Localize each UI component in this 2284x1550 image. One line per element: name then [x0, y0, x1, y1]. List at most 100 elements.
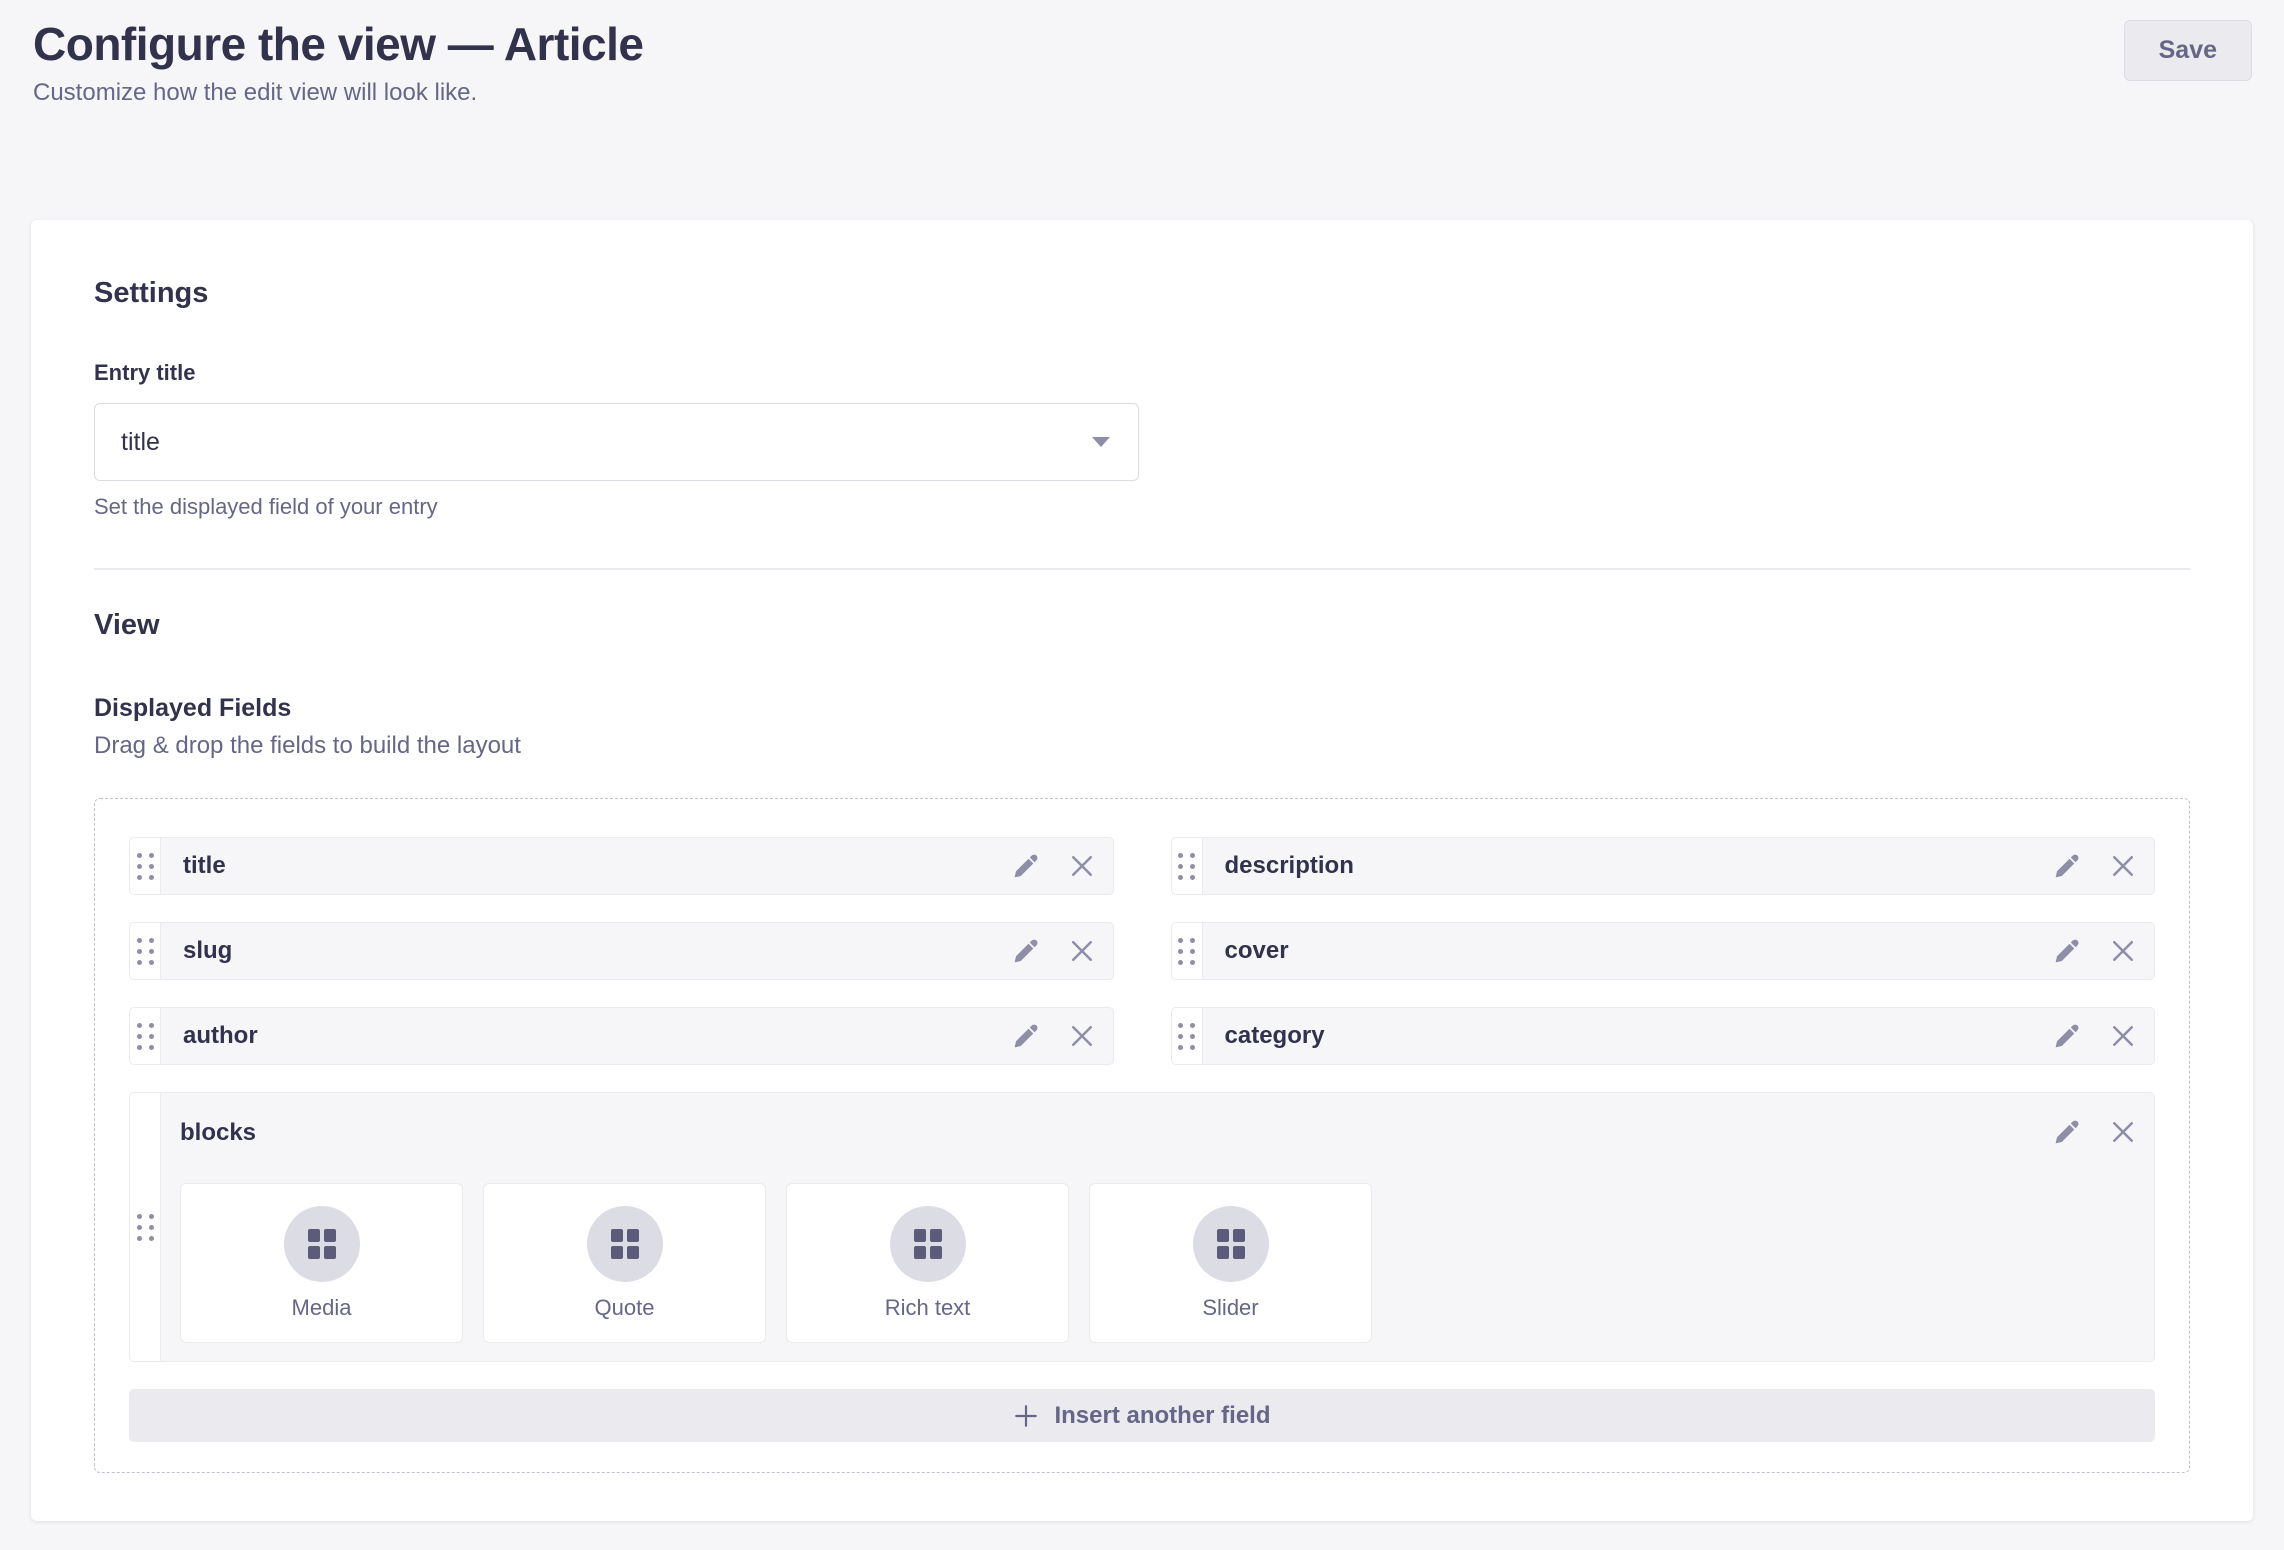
field-actions [2052, 838, 2154, 894]
edit-field-button[interactable] [2052, 937, 2080, 965]
chevron-down-icon [1091, 436, 1111, 448]
page-title: Configure the view — Article [33, 18, 644, 70]
edit-field-button[interactable] [1011, 852, 1039, 880]
field-row-slug: slug [129, 922, 1114, 980]
view-heading: View [94, 610, 2190, 640]
pencil-icon [1011, 852, 1039, 880]
component-grid-icon [308, 1229, 336, 1259]
field-actions [1011, 838, 1113, 894]
fields-grid: title description [129, 837, 2155, 1362]
delete-field-button[interactable] [2108, 936, 2138, 966]
delete-field-button[interactable] [1067, 851, 1097, 881]
field-actions [1011, 923, 1113, 979]
field-name: cover [1203, 923, 2053, 979]
pencil-icon [2052, 937, 2080, 965]
settings-card: Settings Entry title title Set the displ… [31, 220, 2253, 1521]
drag-handle[interactable] [1172, 838, 1203, 894]
edit-field-button[interactable] [1011, 1022, 1039, 1050]
fields-dropzone: title description [94, 798, 2190, 1473]
edit-field-button[interactable] [2052, 852, 2080, 880]
entry-title-value: title [121, 428, 160, 457]
component-label: Rich text [885, 1295, 971, 1321]
pencil-icon [2052, 1022, 2080, 1050]
blocks-content: blocks [161, 1093, 2154, 1361]
component-card-slider[interactable]: Slider [1089, 1183, 1372, 1343]
component-cards: Media Quote [180, 1183, 2138, 1343]
close-icon [2108, 851, 2138, 881]
component-grid-icon [1217, 1229, 1245, 1259]
drag-dots-icon [1178, 1023, 1195, 1050]
field-row-author: author [129, 1007, 1114, 1065]
component-grid-icon [914, 1229, 942, 1259]
field-actions [2052, 1008, 2154, 1064]
entry-title-help: Set the displayed field of your entry [94, 494, 2190, 520]
drag-dots-icon [137, 853, 154, 880]
field-name: category [1203, 1008, 2053, 1064]
close-icon [1067, 936, 1097, 966]
section-divider [94, 568, 2190, 570]
settings-heading: Settings [94, 278, 2190, 308]
component-card-media[interactable]: Media [180, 1183, 463, 1343]
component-circle [890, 1206, 966, 1282]
configure-view-page: Configure the view — Article Customize h… [0, 0, 2284, 1550]
displayed-fields-subheading: Drag & drop the fields to build the layo… [94, 732, 2190, 760]
component-grid-icon [611, 1229, 639, 1259]
field-name: blocks [180, 1115, 256, 1147]
drag-handle[interactable] [130, 1008, 161, 1064]
edit-field-button[interactable] [1011, 937, 1039, 965]
drag-dots-icon [1178, 853, 1195, 880]
field-row-description: description [1171, 837, 2156, 895]
delete-field-button[interactable] [2108, 1117, 2138, 1147]
edit-field-button[interactable] [2052, 1022, 2080, 1050]
entry-title-select[interactable]: title [94, 403, 1139, 481]
pencil-icon [1011, 1022, 1039, 1050]
close-icon [2108, 936, 2138, 966]
field-name: title [161, 838, 1011, 894]
header-titles: Configure the view — Article Customize h… [33, 18, 644, 107]
delete-field-button[interactable] [2108, 851, 2138, 881]
page-header: Configure the view — Article Customize h… [0, 0, 2284, 107]
component-circle [284, 1206, 360, 1282]
insert-another-field-button[interactable]: Insert another field [129, 1389, 2155, 1442]
delete-field-button[interactable] [1067, 1021, 1097, 1051]
pencil-icon [1011, 937, 1039, 965]
pencil-icon [2052, 1118, 2080, 1146]
field-name: description [1203, 838, 2053, 894]
component-label: Media [292, 1295, 352, 1321]
delete-field-button[interactable] [1067, 936, 1097, 966]
save-button[interactable]: Save [2124, 20, 2252, 81]
close-icon [1067, 851, 1097, 881]
component-circle [1193, 1206, 1269, 1282]
drag-handle[interactable] [1172, 1008, 1203, 1064]
field-actions [2052, 923, 2154, 979]
field-row-cover: cover [1171, 922, 2156, 980]
component-circle [587, 1206, 663, 1282]
pencil-icon [2052, 852, 2080, 880]
page-subtitle: Customize how the edit view will look li… [33, 79, 644, 107]
field-row-title: title [129, 837, 1114, 895]
field-name: author [161, 1008, 1011, 1064]
drag-dots-icon [137, 1214, 154, 1241]
field-actions [2052, 1115, 2138, 1147]
field-actions [1011, 1008, 1113, 1064]
edit-field-button[interactable] [2052, 1118, 2080, 1146]
drag-dots-icon [1178, 938, 1195, 965]
drag-handle[interactable] [130, 1093, 161, 1361]
drag-dots-icon [137, 938, 154, 965]
drag-handle[interactable] [1172, 923, 1203, 979]
close-icon [2108, 1021, 2138, 1051]
close-icon [1067, 1021, 1097, 1051]
blocks-header: blocks [180, 1115, 2138, 1147]
field-row-blocks: blocks [129, 1092, 2155, 1362]
component-card-rich-text[interactable]: Rich text [786, 1183, 1069, 1343]
field-row-category: category [1171, 1007, 2156, 1065]
delete-field-button[interactable] [2108, 1021, 2138, 1051]
component-label: Slider [1202, 1295, 1258, 1321]
component-card-quote[interactable]: Quote [483, 1183, 766, 1343]
drag-dots-icon [137, 1023, 154, 1050]
displayed-fields-heading: Displayed Fields [94, 694, 2190, 723]
drag-handle[interactable] [130, 923, 161, 979]
drag-handle[interactable] [130, 838, 161, 894]
entry-title-label: Entry title [94, 360, 2190, 386]
plus-icon [1013, 1403, 1039, 1429]
